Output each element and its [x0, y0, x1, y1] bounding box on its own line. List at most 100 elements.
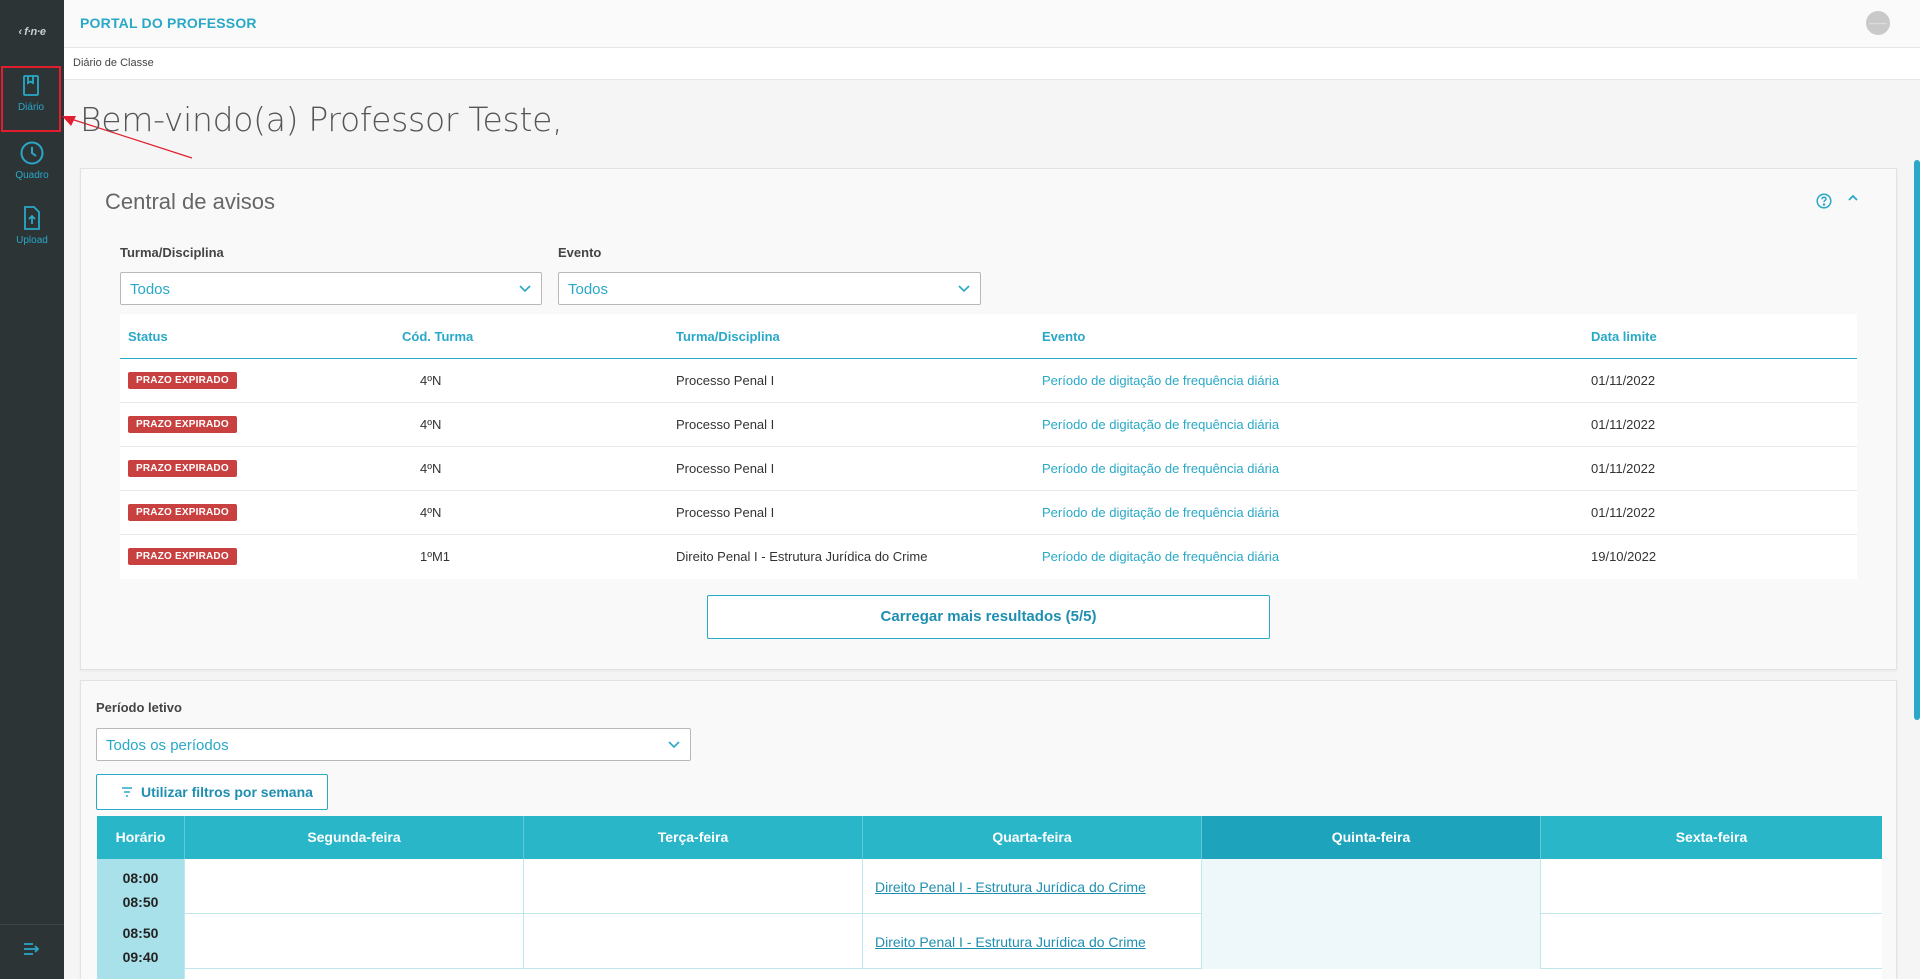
- column-header-status[interactable]: Status: [128, 329, 168, 344]
- subject: Processo Penal I: [676, 417, 775, 432]
- breadcrumb-bar: Diário de Classe: [64, 48, 1920, 80]
- chevron-up-icon[interactable]: [1846, 191, 1860, 205]
- chevron-down-icon: [668, 741, 680, 749]
- schedule-row: [97, 969, 1882, 979]
- column-header-time: Horário: [97, 816, 185, 859]
- column-header-wednesday: Quarta-feira: [863, 816, 1202, 859]
- table-row: PRAZO EXPIRADO 4ºN Processo Penal I Perí…: [120, 491, 1857, 535]
- status-badge: PRAZO EXPIRADO: [128, 504, 237, 521]
- logo: ‹ f·n·e: [18, 26, 46, 38]
- top-header: PORTAL DO PROFESSOR ——: [64, 0, 1920, 48]
- column-header-friday: Sexta-feira: [1675, 829, 1748, 845]
- notices-panel: Central de avisos Turma/Disciplina Todos…: [80, 168, 1897, 670]
- sidebar-item-diario[interactable]: Diário: [1, 66, 61, 132]
- select-value: Todos os períodos: [106, 737, 229, 754]
- breadcrumb[interactable]: Diário de Classe: [73, 57, 154, 69]
- schedule-panel: Período letivo Todos os períodos Utiliza…: [80, 680, 1897, 979]
- schedule-cell-wednesday: Direito Penal I - Estrutura Jurídica do …: [863, 914, 1202, 969]
- week-filter-label: Utilizar filtros por semana: [141, 784, 313, 800]
- column-header-code[interactable]: Cód. Turma: [402, 329, 473, 344]
- time-start: 08:50: [122, 925, 159, 941]
- table-header: Status Cód. Turma Turma/Disciplina Event…: [120, 314, 1857, 359]
- sidebar-item-label: Diário: [17, 102, 45, 113]
- event-link[interactable]: Período de digitação de frequência diári…: [1042, 417, 1279, 432]
- column-header-tuesday: Terça-feira: [524, 816, 863, 859]
- subject: Processo Penal I: [676, 461, 775, 476]
- class-code: 1ºM1: [420, 549, 451, 564]
- evento-filter-label: Evento: [558, 245, 602, 260]
- class-code: 4ºN: [420, 505, 442, 520]
- event-link[interactable]: Período de digitação de frequência diári…: [1042, 505, 1279, 520]
- time-start: 08:00: [122, 870, 159, 886]
- schedule-row: 08:50 09:40 Direito Penal I - Estrutura …: [97, 914, 1882, 969]
- class-link[interactable]: Direito Penal I - Estrutura Jurídica do …: [875, 934, 1146, 950]
- schedule-cell-thursday: [1202, 914, 1541, 969]
- chevron-down-icon: [958, 285, 970, 293]
- class-link[interactable]: Direito Penal I - Estrutura Jurídica do …: [875, 879, 1146, 895]
- period-label: Período letivo: [96, 700, 182, 715]
- status-badge: PRAZO EXPIRADO: [128, 460, 237, 477]
- subject: Processo Penal I: [676, 505, 775, 520]
- schedule-cell-tuesday: [524, 859, 863, 914]
- time-end: 08:50: [122, 894, 159, 910]
- event-link[interactable]: Período de digitação de frequência diári…: [1042, 373, 1279, 388]
- sidebar-item-upload[interactable]: Upload: [0, 197, 64, 261]
- app-title: PORTAL DO PROFESSOR: [80, 15, 257, 31]
- period-select[interactable]: Todos os períodos: [96, 728, 691, 761]
- sidebar-item-quadro[interactable]: Quadro: [0, 132, 64, 196]
- subject: Processo Penal I: [676, 373, 775, 388]
- column-header-thursday: Quinta-feira: [1202, 816, 1541, 859]
- event-link[interactable]: Período de digitação de frequência diári…: [1042, 461, 1279, 476]
- column-header-event[interactable]: Evento: [1042, 329, 1085, 344]
- notices-title: Central de avisos: [105, 189, 275, 214]
- deadline: 01/11/2022: [1591, 461, 1656, 476]
- column-header-monday: Segunda-feira: [185, 816, 524, 859]
- class-code: 4ºN: [420, 461, 442, 476]
- subject: Direito Penal I - Estrutura Jurídica do …: [676, 549, 928, 564]
- schedule-cell-thursday: [1202, 859, 1541, 914]
- time-slot: [97, 969, 185, 979]
- schedule-cell-tuesday: [524, 914, 863, 969]
- deadline: 19/10/2022: [1591, 549, 1657, 564]
- table-row: PRAZO EXPIRADO 4ºN Processo Penal I Perí…: [120, 403, 1857, 447]
- table-row: PRAZO EXPIRADO 4ºN Processo Penal I Perí…: [120, 447, 1857, 491]
- clock-icon: [20, 141, 44, 165]
- load-more-button[interactable]: Carregar mais resultados (5/5): [707, 595, 1270, 639]
- page-title: Bem-vindo(a) Professor Teste,: [80, 100, 563, 139]
- class-code: 4ºN: [420, 373, 442, 388]
- status-badge: PRAZO EXPIRADO: [128, 372, 237, 389]
- turma-filter-label: Turma/Disciplina: [120, 245, 224, 260]
- sidebar-item-label: Quadro: [15, 170, 49, 181]
- schedule-header: Horário Segunda-feira Terça-feira Quarta…: [97, 816, 1882, 859]
- status-badge: PRAZO EXPIRADO: [128, 416, 237, 433]
- column-header-deadline[interactable]: Data limite: [1591, 329, 1657, 344]
- time-end: 09:40: [122, 949, 159, 965]
- event-link[interactable]: Período de digitação de frequência diári…: [1042, 549, 1279, 564]
- column-header-subject[interactable]: Turma/Disciplina: [676, 329, 780, 344]
- notices-table: Status Cód. Turma Turma/Disciplina Event…: [120, 314, 1857, 579]
- user-avatar[interactable]: ——: [1866, 11, 1890, 35]
- upload-icon: [24, 206, 40, 230]
- select-value: Todos: [568, 281, 609, 298]
- deadline: 01/11/2022: [1591, 373, 1656, 388]
- evento-filter-select[interactable]: Todos: [558, 272, 981, 305]
- schedule-cell-monday: [185, 859, 524, 914]
- expand-menu-button[interactable]: [0, 924, 64, 979]
- week-filter-button[interactable]: Utilizar filtros por semana: [96, 774, 328, 810]
- schedule-cell-monday: [185, 914, 524, 969]
- help-icon[interactable]: [1816, 193, 1832, 209]
- sidebar-item-label: Upload: [16, 235, 48, 246]
- status-badge: PRAZO EXPIRADO: [128, 548, 237, 565]
- schedule-row: 08:00 08:50 Direito Penal I - Estrutura …: [97, 859, 1882, 914]
- schedule-cell-wednesday: Direito Penal I - Estrutura Jurídica do …: [863, 859, 1202, 914]
- schedule-cell-friday: [1541, 914, 1882, 969]
- time-slot: 08:00 08:50: [97, 859, 185, 914]
- class-code: 4ºN: [420, 417, 442, 432]
- page-scrollbar[interactable]: [1914, 160, 1920, 720]
- expand-menu-icon: [24, 943, 40, 955]
- time-slot: 08:50 09:40: [97, 914, 185, 969]
- book-icon: [23, 75, 39, 96]
- turma-filter-select[interactable]: Todos: [120, 272, 542, 305]
- select-value: Todos: [130, 281, 171, 298]
- schedule-cell-friday: [1541, 859, 1882, 914]
